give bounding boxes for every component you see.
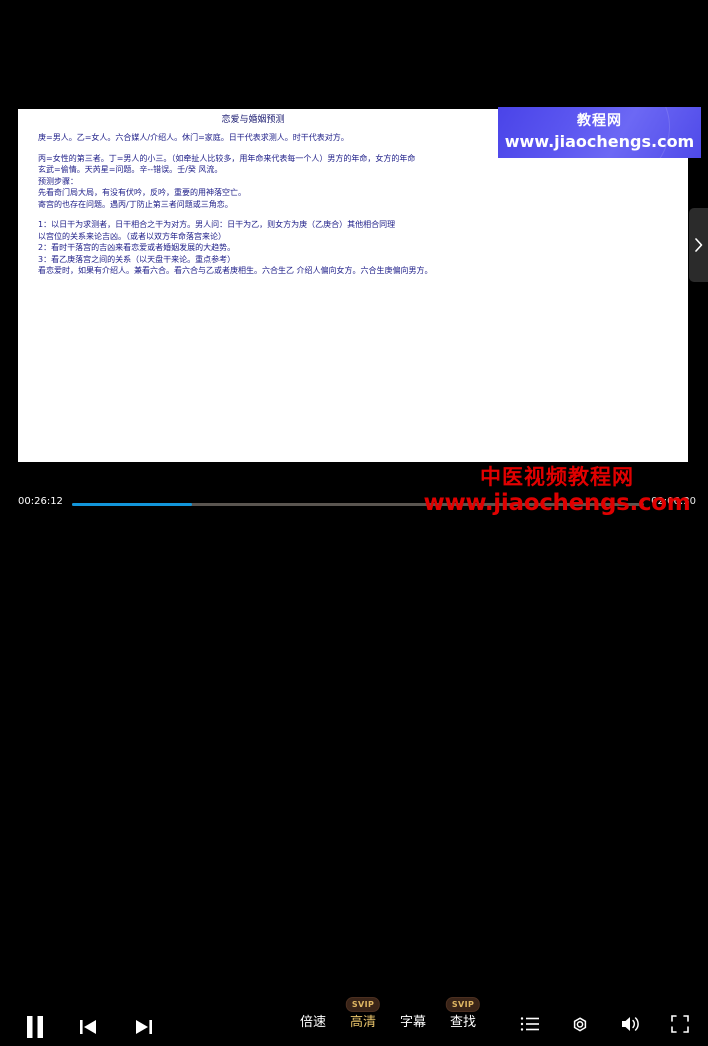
subtitles-button[interactable]: 字幕 (400, 1014, 426, 1032)
watermark-blue-url: www.jiaochengs.com (504, 132, 695, 151)
settings-icon (570, 1014, 590, 1038)
video-stage[interactable]: 恋爱与婚姻预测 庚=男人。乙=女人。六合媒人/介绍人。休门=家庭。日干代表求测人… (0, 0, 708, 490)
progress-bar-track[interactable] (72, 503, 644, 506)
previous-icon (78, 1017, 100, 1041)
volume-button[interactable] (616, 1012, 644, 1040)
watermark-blue-name: 教程网 (577, 113, 622, 129)
svip-badge-hd: SVIP (345, 997, 381, 1012)
total-time-label: 02:06:30 (651, 496, 696, 507)
search-label: 查找 (450, 1015, 477, 1030)
fullscreen-button[interactable] (666, 1012, 694, 1040)
playback-speed-label: 倍速 (300, 1015, 327, 1030)
progress-bar-fill (72, 503, 193, 506)
next-button[interactable] (126, 1012, 160, 1046)
svip-badge-search: SVIP (445, 997, 481, 1012)
search-button[interactable]: SVIP 查找 (445, 997, 481, 1032)
previous-button[interactable] (72, 1012, 106, 1046)
volume-icon (619, 1014, 641, 1038)
slide-paragraph-3: 1：以日干为求测者，日干相合之干为对方。男人问：日干为乙，则女方为庚（乙庚合）其… (38, 220, 433, 275)
slide-paragraph-2: 丙=女性的第三者。丁=男人的小三。（如牵扯人比较多，用年命来代表每一个人）男方的… (38, 153, 416, 209)
watermark-blue-banner: 教程网 www.jiaochengs.com (498, 107, 701, 158)
center-option-buttons: 倍速 SVIP 高清 字幕 SVIP 查找 (300, 997, 481, 1032)
subtitles-label: 字幕 (400, 1015, 427, 1030)
playlist-icon (520, 1016, 540, 1036)
next-icon (132, 1017, 154, 1041)
transport-controls (18, 1012, 160, 1046)
player-controls-bar: 00:26:12 02:06:30 倍速 SVIP 高清 字幕 SVIP 查找 (0, 490, 708, 1038)
playback-speed-button[interactable]: 倍速 (300, 1014, 326, 1032)
settings-button[interactable] (566, 1012, 594, 1040)
playlist-button[interactable] (516, 1012, 544, 1040)
right-icon-buttons (516, 1012, 694, 1040)
current-time-label: 00:26:12 (18, 496, 63, 507)
sidebar-expand-handle[interactable] (689, 208, 708, 282)
fullscreen-icon (670, 1015, 690, 1037)
pause-icon (24, 1015, 46, 1043)
slide-content: 恋爱与婚姻预测 庚=男人。乙=女人。六合媒人/介绍人。休门=家庭。日干代表求测人… (18, 109, 688, 462)
chevron-right-icon (694, 238, 703, 252)
quality-hd-button[interactable]: SVIP 高清 (345, 997, 381, 1032)
video-player: 恋爱与婚姻预测 庚=男人。乙=女人。六合媒人/介绍人。休门=家庭。日干代表求测人… (0, 0, 708, 1038)
pause-button[interactable] (18, 1012, 52, 1046)
quality-hd-label: 高清 (350, 1015, 377, 1030)
